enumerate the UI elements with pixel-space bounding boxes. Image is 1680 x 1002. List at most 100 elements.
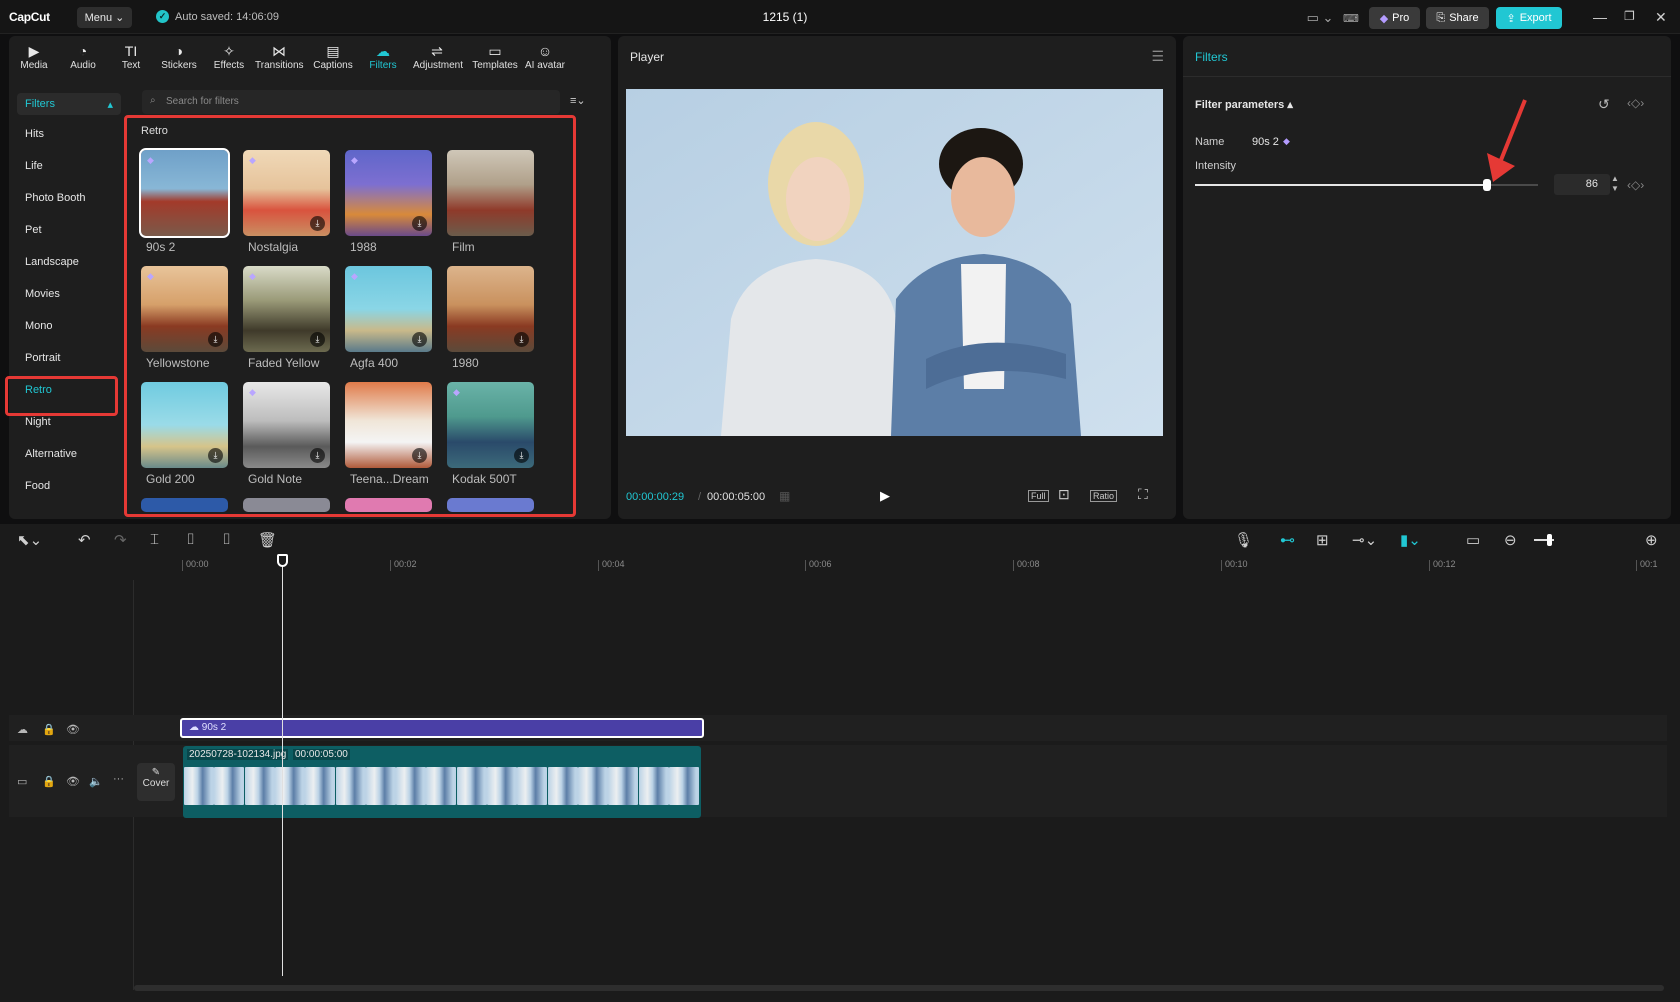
- tab-adjustment[interactable]: ⇌ Adjustment: [413, 42, 463, 71]
- category-portrait[interactable]: Portrait: [25, 352, 60, 364]
- inspector-panel: Filters Filter parameters ▴ ↺ ‹◇› Name 9…: [1183, 36, 1671, 519]
- magnet-icon[interactable]: ⊷: [1280, 531, 1295, 549]
- video-thumbnail: [335, 767, 366, 805]
- tab-captions[interactable]: ▤ Captions: [309, 42, 357, 71]
- minimize-icon[interactable]: —: [1593, 9, 1607, 25]
- filter-search-input[interactable]: ⌕ Search for filters: [142, 90, 560, 114]
- tab-filters[interactable]: ☁ Filters: [359, 42, 407, 71]
- fullscreen-icon[interactable]: ⛶: [1138, 486, 1148, 503]
- category-movies[interactable]: Movies: [25, 288, 60, 300]
- zoom-slider[interactable]: [1534, 534, 1554, 546]
- category-hits[interactable]: Hits: [25, 128, 44, 140]
- tab-templates[interactable]: ▭ Templates: [471, 42, 519, 71]
- search-placeholder: Search for filters: [166, 96, 239, 107]
- pro-label: Pro: [1392, 12, 1410, 24]
- menu-button[interactable]: Menu ⌄: [77, 7, 132, 28]
- pro-button[interactable]: ◆ Pro: [1369, 7, 1420, 29]
- timecode-grid-icon[interactable]: ▦: [779, 489, 790, 503]
- category-mono[interactable]: Mono: [25, 320, 53, 332]
- tab-effects[interactable]: ✧ Effects: [205, 42, 253, 71]
- video-thumbnail: [365, 767, 396, 805]
- video-thumbnail: [396, 767, 427, 805]
- cover-button[interactable]: ✎ Cover: [137, 763, 175, 801]
- export-icon: ⇪: [1506, 12, 1516, 25]
- link-icon[interactable]: ⊞: [1316, 531, 1329, 549]
- full-button[interactable]: Full: [1028, 490, 1049, 502]
- zoom-fit-icon[interactable]: ⊡: [1058, 486, 1070, 503]
- timeline-scrollbar[interactable]: [134, 985, 1664, 991]
- select-tool-icon[interactable]: ⬉⌄: [17, 531, 42, 549]
- zoom-in-icon[interactable]: ⊕: [1645, 531, 1658, 549]
- adjustment-icon: ⇌: [431, 43, 443, 59]
- split-icon[interactable]: ⌶: [150, 531, 159, 548]
- zoom-out-icon[interactable]: ⊖: [1504, 531, 1517, 549]
- capcut-logo: CapCut: [9, 10, 50, 24]
- share-button[interactable]: ⎘ Share: [1426, 7, 1489, 29]
- category-night[interactable]: Night: [25, 416, 51, 428]
- lock-icon[interactable]: 🔒: [42, 723, 56, 736]
- inspector-tab-filters[interactable]: Filters: [1195, 50, 1228, 64]
- tab-audio[interactable]: ◔ Audio: [59, 42, 107, 71]
- eye-icon[interactable]: 👁: [66, 775, 80, 788]
- search-icon: ⌕: [150, 95, 156, 106]
- zoom-slider-handle[interactable]: [1547, 534, 1552, 546]
- tab-stickers[interactable]: ◑ Stickers: [155, 42, 203, 71]
- chain-icon[interactable]: ⊸⌄: [1352, 531, 1377, 549]
- filter-parameters-title[interactable]: Filter parameters ▴: [1195, 98, 1293, 111]
- keyframe-nav-icon[interactable]: ‹◇›: [1627, 96, 1644, 110]
- intensity-input[interactable]: 86: [1554, 174, 1610, 195]
- intensity-stepper-icon[interactable]: ▲ ▼: [1611, 174, 1619, 194]
- playhead-handle[interactable]: [277, 554, 288, 567]
- preview-axis-icon[interactable]: ▮⌄: [1400, 531, 1421, 549]
- layout-icon[interactable]: ▭ ⌄: [1299, 7, 1341, 29]
- redo-icon[interactable]: ↷: [114, 531, 127, 549]
- category-photo-booth[interactable]: Photo Booth: [25, 192, 86, 204]
- category-pet[interactable]: Pet: [25, 224, 42, 236]
- time-separator: /: [698, 491, 702, 503]
- delete-icon[interactable]: 🗑: [258, 531, 277, 549]
- microphone-icon[interactable]: 🎙: [1234, 531, 1253, 549]
- lock-icon[interactable]: 🔒: [42, 775, 56, 788]
- volume-icon[interactable]: 🔈: [89, 775, 103, 788]
- split-left-icon[interactable]: ⌷: [186, 531, 195, 548]
- eye-icon[interactable]: 👁: [66, 723, 80, 736]
- split-right-icon[interactable]: ⌷: [222, 531, 231, 548]
- play-icon[interactable]: ▶: [880, 488, 890, 504]
- tab-transitions[interactable]: ⋈ Transitions: [255, 42, 304, 71]
- ruler-tick-label: 00:06: [809, 559, 832, 569]
- filter-clip[interactable]: ☁ 90s 2: [180, 718, 704, 738]
- category-food[interactable]: Food: [25, 480, 50, 492]
- category-alternative[interactable]: Alternative: [25, 448, 77, 460]
- export-button[interactable]: ⇪ Export: [1496, 7, 1562, 29]
- video-track-icon: ▭: [17, 776, 28, 788]
- restore-icon[interactable]: ❐: [1624, 9, 1635, 23]
- tab-media[interactable]: ▶ Media: [10, 42, 58, 71]
- category-life[interactable]: Life: [25, 160, 43, 172]
- close-icon[interactable]: ✕: [1655, 9, 1667, 26]
- caption-track-icon[interactable]: ▭: [1466, 531, 1480, 549]
- caret-up-icon: ▴: [1287, 99, 1293, 111]
- reset-icon[interactable]: ↺: [1598, 96, 1610, 113]
- project-title[interactable]: 1215 (1): [740, 10, 830, 24]
- shortcuts-icon[interactable]: ⌨: [1340, 7, 1362, 29]
- player-menu-icon[interactable]: ☰: [1151, 48, 1164, 65]
- playhead[interactable]: [282, 556, 283, 976]
- ratio-button[interactable]: Ratio: [1090, 490, 1118, 502]
- intensity-label: Intensity: [1195, 160, 1236, 172]
- filter-clip-label: 90s 2: [201, 722, 227, 733]
- intensity-keyframe-icon[interactable]: ‹◇›: [1627, 178, 1644, 192]
- undo-icon[interactable]: ↶: [78, 531, 91, 549]
- intensity-slider[interactable]: [1195, 179, 1538, 191]
- tab-label: Text: [121, 60, 141, 71]
- video-preview[interactable]: [626, 89, 1163, 436]
- transitions-icon: ⋈: [272, 43, 286, 59]
- category-landscape[interactable]: Landscape: [25, 256, 79, 268]
- tab-ai-avatar[interactable]: ☺ AI avatar: [521, 42, 569, 71]
- ruler-tick-line: [598, 560, 599, 571]
- more-icon[interactable]: ···: [113, 773, 124, 785]
- video-thumbnail: [517, 767, 548, 805]
- video-thumbnail: [668, 767, 699, 805]
- filters-category-header[interactable]: Filters ▴: [17, 93, 121, 115]
- tab-text[interactable]: TI Text: [107, 42, 155, 71]
- sort-filter-icon[interactable]: ≡⌄: [570, 94, 586, 107]
